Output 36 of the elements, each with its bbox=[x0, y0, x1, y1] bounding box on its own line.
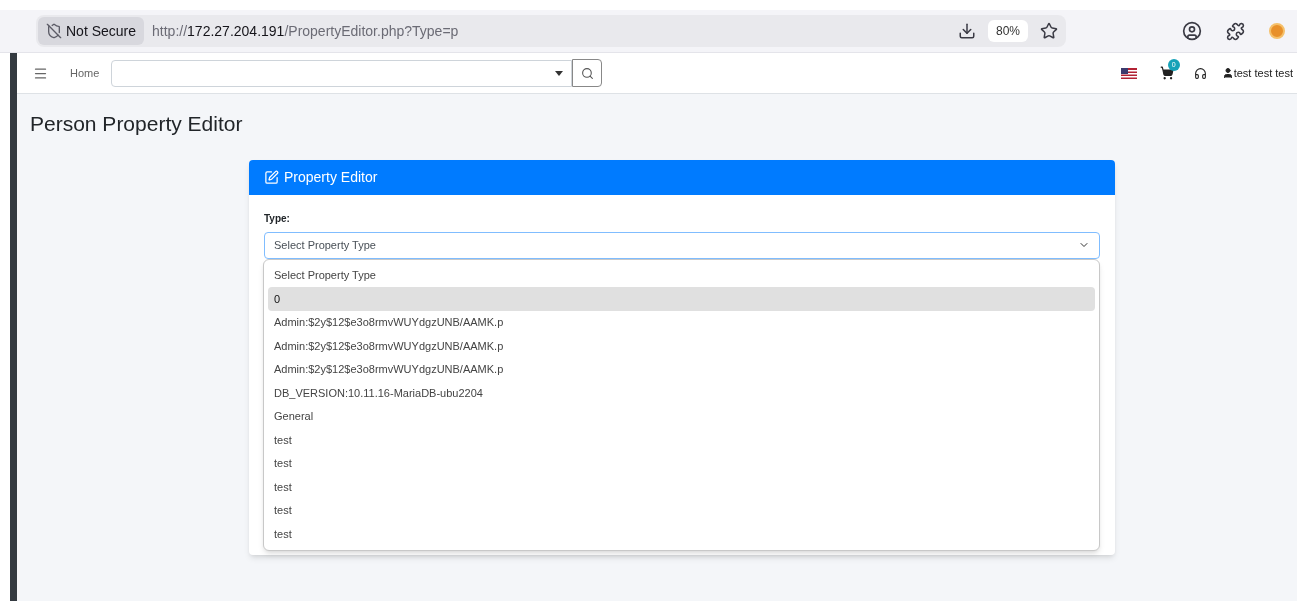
cart-icon[interactable] bbox=[1159, 66, 1174, 80]
dropdown-option[interactable]: Admin:$2y$12$e3o8rmvWUYdgzUNB/AAMK.p bbox=[268, 310, 1095, 334]
zoom-level[interactable]: 80% bbox=[987, 20, 1028, 42]
home-link[interactable]: Home bbox=[70, 64, 100, 82]
page-title: Person Property Editor bbox=[30, 111, 244, 137]
search-icon bbox=[580, 66, 594, 80]
dropdown-option[interactable]: test bbox=[268, 522, 1095, 546]
dropdown-option[interactable]: test bbox=[268, 475, 1095, 499]
dropdown-option[interactable]: Select Property Type bbox=[268, 263, 1095, 287]
type-label: Type: bbox=[264, 211, 291, 226]
dropdown-option[interactable]: test bbox=[268, 428, 1095, 452]
star-icon[interactable] bbox=[1040, 22, 1058, 40]
dropdown-option[interactable]: Admin:$2y$12$e3o8rmvWUYdgzUNB/AAMK.p bbox=[268, 357, 1095, 381]
flag-icon[interactable] bbox=[1120, 67, 1137, 79]
search-button[interactable] bbox=[572, 59, 603, 87]
edit-icon bbox=[264, 169, 279, 185]
dropdown-option[interactable]: Admin:$2y$12$e3o8rmvWUYdgzUNB/AAMK.p bbox=[268, 334, 1095, 358]
caret-icon bbox=[555, 70, 564, 76]
dropdown-option[interactable]: 0 bbox=[268, 287, 1095, 311]
extensions-icon[interactable] bbox=[1226, 21, 1245, 41]
headset-icon[interactable] bbox=[1193, 66, 1207, 80]
dropdown-option[interactable]: DB_VERSION:10.11.16-MariaDB-ubu2204 bbox=[268, 381, 1095, 405]
dropdown-option[interactable]: test bbox=[268, 451, 1095, 475]
type-select[interactable]: Select Property Type bbox=[264, 231, 1100, 259]
user-name: test test test bbox=[1233, 65, 1293, 81]
shield-off-icon bbox=[46, 23, 62, 39]
card-title: Property Editor bbox=[284, 167, 378, 187]
menu-icon[interactable] bbox=[33, 65, 48, 81]
dropdown-option[interactable]: General bbox=[268, 404, 1095, 428]
dropdown-option[interactable]: test bbox=[268, 498, 1095, 522]
security-badge[interactable]: Not Secure bbox=[38, 17, 145, 45]
address-bar[interactable]: Not Secure http://172.27.204.191/PropertyEditor.php?Type=p 80% bbox=[36, 15, 1066, 47]
url-text[interactable]: http://172.27.204.191/PropertyEditor.php?Type=p bbox=[152, 20, 459, 42]
user-icon bbox=[1221, 67, 1234, 79]
download-icon[interactable] bbox=[957, 22, 976, 40]
account-icon[interactable] bbox=[1182, 21, 1202, 41]
